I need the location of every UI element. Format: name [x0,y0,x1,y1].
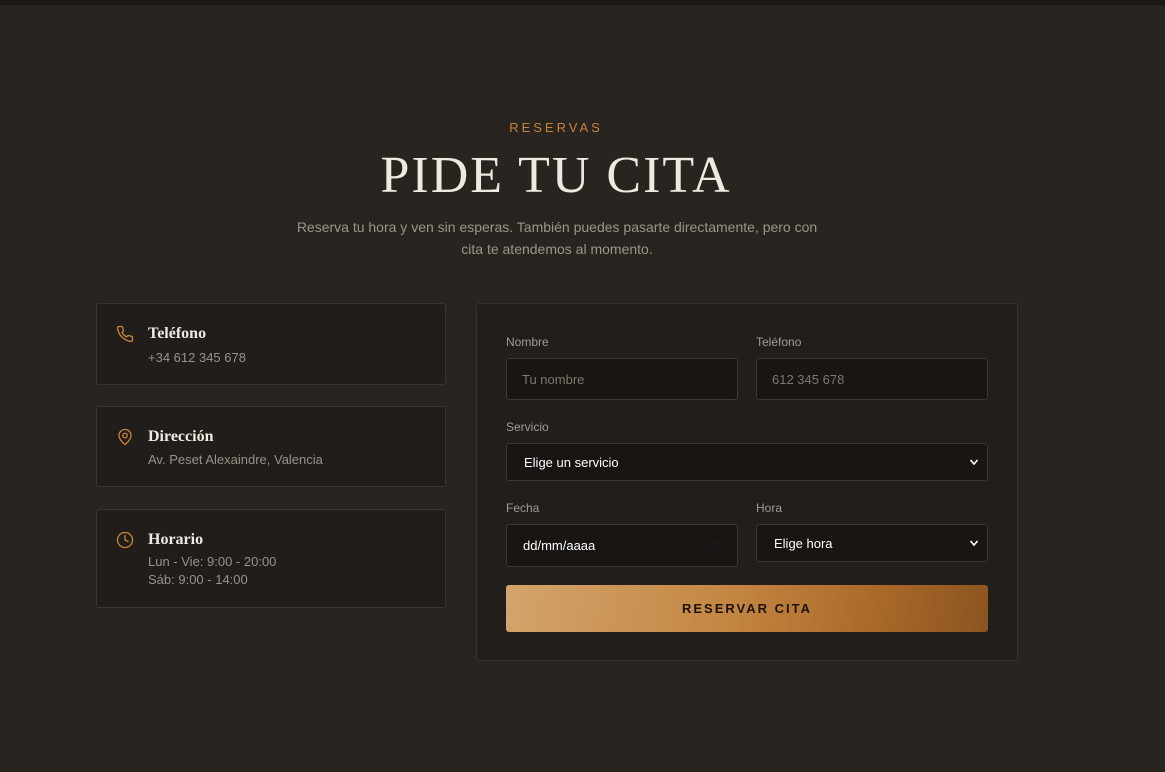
chevron-down-icon [969,459,979,466]
contact-card-phone: Teléfono +34 612 345 678 [96,303,446,385]
contact-label-phone: Teléfono [148,325,207,342]
phone-input[interactable] [756,358,988,400]
service-select-value: Elige un servicio [524,454,619,470]
service-select[interactable]: Elige un servicio [506,443,988,481]
calendar-icon[interactable] [708,540,720,552]
section-eyebrow: RESERVAS [509,120,603,135]
phone-icon [116,325,134,343]
contact-value-phone[interactable]: +34 612 345 678 [148,349,246,367]
phone-label: Teléfono [756,335,802,349]
clock-icon [116,531,134,549]
date-input[interactable]: dd/mm/aaaa [506,524,738,567]
hours-weekday: Lun - Vie: 9:00 - 20:00 [148,554,277,569]
booking-form: Nombre Teléfono Servicio Elige un servic… [476,303,1018,661]
hours-saturday: Sáb: 9:00 - 14:00 [148,572,248,587]
chevron-down-icon [969,540,979,547]
section-subtitle: Reserva tu hora y ven sin esperas. Tambi… [296,219,818,257]
name-input[interactable] [506,358,738,400]
map-pin-icon [116,428,134,446]
time-label: Hora [756,501,783,515]
time-select[interactable]: Elige hora [756,524,988,562]
page-title: PIDE TU CITA [380,147,732,204]
date-input-value: dd/mm/aaaa [523,538,596,553]
reserve-button[interactable]: RESERVAR CITA [506,585,988,632]
date-label: Fecha [506,501,540,515]
time-select-value: Elige hora [774,535,833,551]
contact-value-address: Av. Peset Alexaindre, Valencia [148,452,323,467]
top-bar [0,0,1165,5]
contact-label-hours: Horario [148,531,204,548]
service-label: Servicio [506,420,549,434]
contact-card-address: Dirección Av. Peset Alexaindre, Valencia [96,406,446,487]
contact-card-hours: Horario Lun - Vie: 9:00 - 20:00 Sáb: 9:0… [96,509,446,608]
contact-label-address: Dirección [148,428,214,445]
name-label: Nombre [506,335,549,349]
